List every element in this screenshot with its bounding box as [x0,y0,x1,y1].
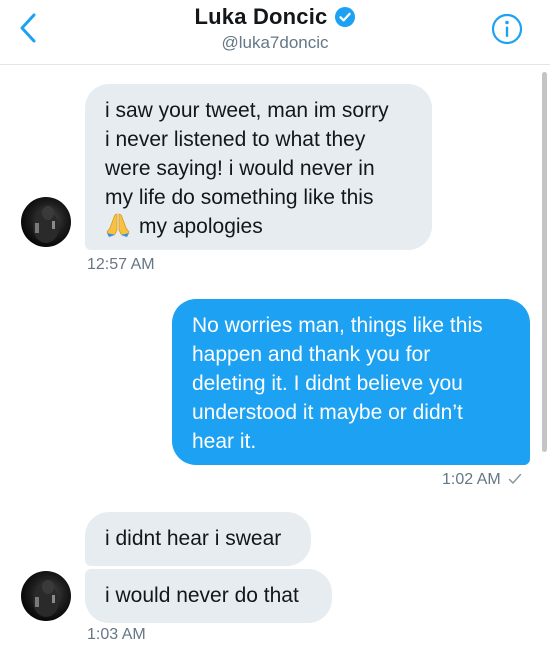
message-text-line: No worries man, things like this [192,314,483,337]
message-text-line: happen and thank you for [192,343,431,366]
scrollbar[interactable] [542,72,547,452]
message-status: 1:02 AM [442,471,522,489]
avatar[interactable] [21,571,71,621]
message-text-line: i saw your tweet, man im sorry [105,99,389,122]
message-text-line: hear it. [192,430,257,453]
sent-message-bubble[interactable]: No worries man, things like this happen … [172,299,530,465]
avatar[interactable] [21,197,71,247]
conversation-title[interactable]: Luka Doncic @luka7doncic [0,4,550,53]
info-icon [491,13,523,45]
message-timestamp: 1:02 AM [442,471,501,488]
conversation-header: Luka Doncic @luka7doncic [0,0,550,65]
info-button[interactable] [491,13,523,45]
message-text-line: i would never do that [105,584,299,607]
received-message-bubble[interactable]: i didnt hear i swear [85,512,311,566]
contact-handle: @luka7doncic [221,33,329,52]
checkmark-icon [508,473,522,484]
message-text-line: my apologies [105,212,412,241]
message-text-line: my life do something like this [105,186,374,209]
verified-badge-icon [334,7,355,27]
message-text-line: i never listened to what they [105,128,366,151]
received-message-bubble[interactable]: i would never do that [85,569,332,623]
message-text-line: i didnt hear i swear [105,527,282,550]
contact-name: Luka Doncic [194,4,328,29]
avatar-image [33,580,59,617]
received-message-bubble[interactable]: i saw your tweet, man im sorry i never l… [85,84,432,250]
message-timestamp: 1:03 AM [87,626,146,643]
message-text: my apologies [139,215,263,238]
avatar-image [33,206,59,243]
folded-hands-emoji-icon [106,213,130,237]
message-text-line: were saying! i would never in [105,157,375,180]
message-text-line: deleting it. I didnt believe you [192,372,463,395]
message-timestamp: 12:57 AM [87,256,155,273]
message-text-line: understood it maybe or didn’t [192,401,463,424]
